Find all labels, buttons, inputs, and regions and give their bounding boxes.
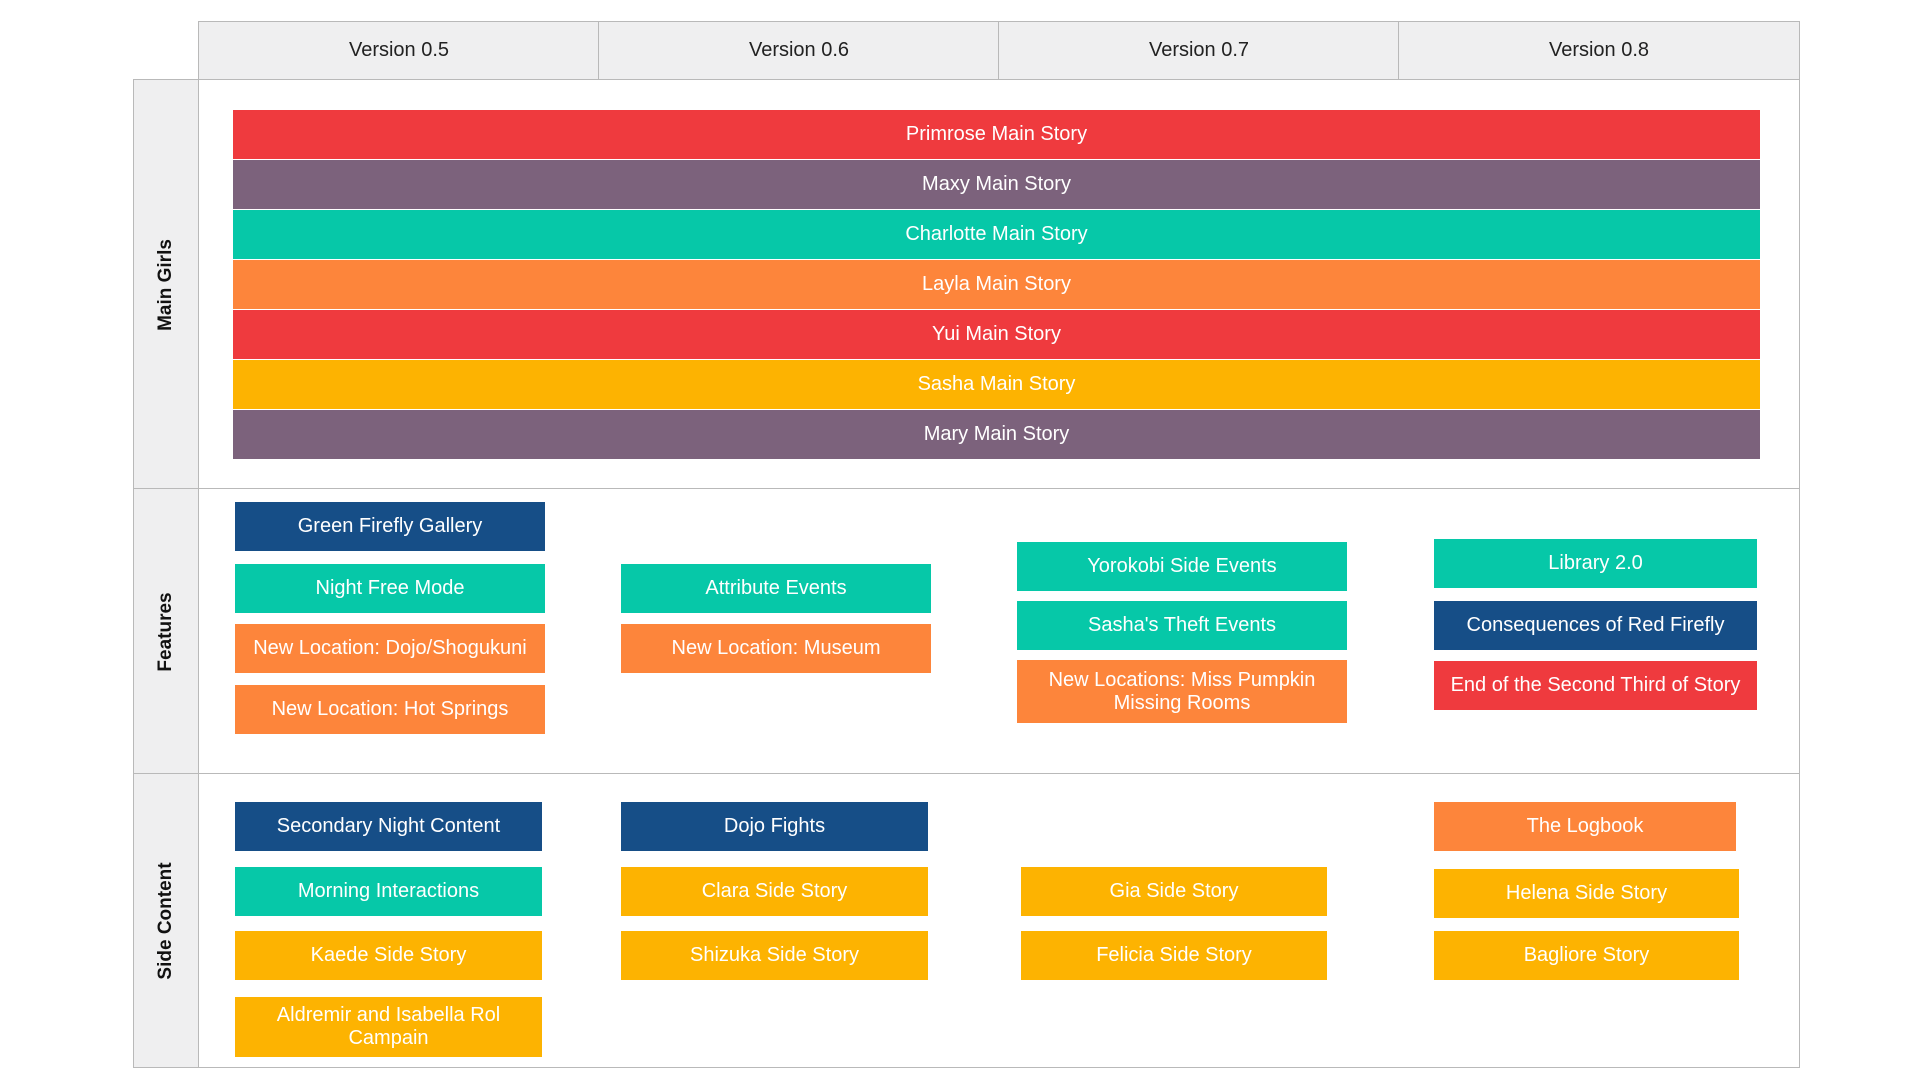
column-header-v08: Version 0.8 [1399,21,1799,79]
feature-yorokobi-side-events: Yorokobi Side Events [1017,542,1347,591]
side-dojo-fights: Dojo Fights [621,802,928,851]
side-clara-side-story: Clara Side Story [621,867,928,916]
feature-green-firefly-gallery: Green Firefly Gallery [235,502,545,551]
row-label-main-girls: Main Girls [154,238,176,331]
grid-line [998,21,999,80]
grid-line [133,488,1800,489]
primrose-main-story: Primrose Main Story [233,110,1760,159]
side-kaede-side-story: Kaede Side Story [235,931,542,980]
row-header-features: Features [133,489,198,774]
feature-consequences-red-firefly: Consequences of Red Firefly [1434,601,1757,650]
feature-locations-miss-pumpkin: New Locations: Miss Pumpkin Missing Room… [1017,660,1347,723]
side-gia-side-story: Gia Side Story [1021,867,1327,916]
feature-end-second-third: End of the Second Third of Story [1434,661,1757,710]
mary-main-story: Mary Main Story [233,410,1760,459]
side-the-logbook: The Logbook [1434,802,1736,851]
side-aldremir-isabella-campain: Aldremir and Isabella Rol Campain [235,997,542,1057]
row-header-main-girls: Main Girls [133,80,198,489]
sasha-main-story: Sasha Main Story [233,360,1760,409]
side-felicia-side-story: Felicia Side Story [1021,931,1327,980]
grid-line [598,21,599,80]
side-morning-interactions: Morning Interactions [235,867,542,916]
grid-line [198,21,199,1068]
grid-line [133,79,1800,80]
layla-main-story: Layla Main Story [233,260,1760,309]
grid-line [133,773,1800,774]
row-label-side-content: Side Content [154,862,176,980]
side-helena-side-story: Helena Side Story [1434,869,1739,918]
feature-library-2: Library 2.0 [1434,539,1757,588]
row-header-side-content: Side Content [133,774,198,1068]
maxy-main-story: Maxy Main Story [233,160,1760,209]
feature-location-hot-springs: New Location: Hot Springs [235,685,545,734]
grid-line [198,21,1800,22]
column-header-v05: Version 0.5 [199,21,599,79]
feature-location-museum: New Location: Museum [621,624,931,673]
yui-main-story: Yui Main Story [233,310,1760,359]
grid-line [133,1067,1800,1068]
side-shizuka-side-story: Shizuka Side Story [621,931,928,980]
feature-attribute-events: Attribute Events [621,564,931,613]
column-header-v07: Version 0.7 [999,21,1399,79]
charlotte-main-story: Charlotte Main Story [233,210,1760,259]
grid-line [133,79,134,1068]
side-bagliore-story: Bagliore Story [1434,931,1739,980]
feature-sasha-theft-events: Sasha's Theft Events [1017,601,1347,650]
column-header-v06: Version 0.6 [599,21,999,79]
row-label-features: Features [154,591,176,672]
side-secondary-night-content: Secondary Night Content [235,802,542,851]
grid-line [1398,21,1399,80]
feature-night-free-mode: Night Free Mode [235,564,545,613]
feature-location-dojo-shogukuni: New Location: Dojo/Shogukuni [235,624,545,673]
grid-line [1799,21,1800,1068]
